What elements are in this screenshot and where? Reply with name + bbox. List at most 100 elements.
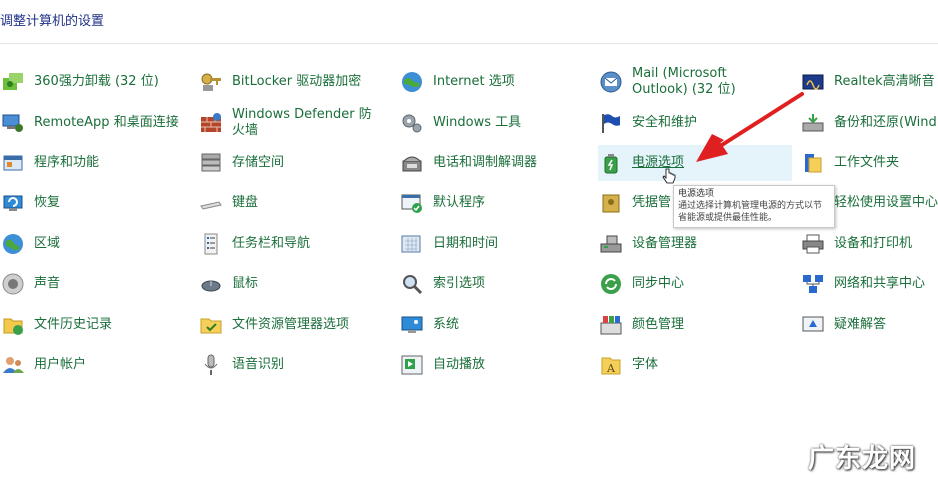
power-options-icon [598,150,624,176]
item-keyboard[interactable]: 键盘 [198,185,398,221]
index-magnifier-icon [399,271,425,297]
item-label: 字体 [632,357,659,372]
item-label: Windows 工具 [433,115,522,130]
bitlocker-key-icon [198,69,224,95]
item-label: 存储空间 [232,155,285,170]
item-default-programs[interactable]: 默认程序 [399,185,599,221]
color-management-icon [598,312,624,338]
troubleshoot-icon [800,312,826,338]
item-sync-center[interactable]: 同步中心 [598,266,798,302]
item-region[interactable]: 区域 [0,226,200,262]
hand-cursor-icon [662,168,676,184]
item-label: 网络和共享中心 [834,276,926,291]
item-label: 恢复 [34,195,61,210]
item-speech-recognition[interactable]: 语音识别 [198,347,398,383]
item-user-accounts[interactable]: 用户帐户 [0,347,200,383]
item-label: Realtek高清晰音 [834,74,935,89]
autoplay-icon [399,352,425,378]
item-label: 设备和打印机 [834,236,913,251]
item-label: 文件资源管理器选项 [232,317,350,332]
speaker-icon [0,271,26,297]
item-device-manager[interactable]: 设备管理器 [598,226,798,262]
default-programs-icon [399,190,425,216]
calendar-clock-icon [399,231,425,257]
taskbar-icon [198,231,224,257]
column-5: Realtek高清晰音 备份和还原(Wind 工作文件夹 轻松使用设置中心 设备… [800,62,938,402]
internet-globe-icon [399,69,425,95]
item-360-uninstall[interactable]: 360强力卸载 (32 位) [0,64,200,100]
region-globe-icon [0,231,26,257]
item-phone-modem[interactable]: 电话和调制解调器 [399,145,599,181]
remote-desktop-icon [0,110,26,136]
item-color-management[interactable]: 颜色管理 [598,307,798,343]
item-storage-spaces[interactable]: 存储空间 [198,145,398,181]
item-work-folders[interactable]: 工作文件夹 [800,145,938,181]
item-label: 电话和调制解调器 [433,155,538,170]
uninstall-icon [0,69,26,95]
recovery-icon [0,190,26,216]
item-programs-features[interactable]: 程序和功能 [0,145,200,181]
item-fonts[interactable]: A 字体 [598,347,798,383]
item-file-history[interactable]: 文件历史记录 [0,307,200,343]
storage-spaces-icon [198,150,224,176]
item-label: 同步中心 [632,276,685,291]
file-history-icon [0,312,26,338]
security-flag-icon [598,110,624,136]
item-backup-restore[interactable]: 备份和还原(Wind [800,105,938,141]
keyboard-icon [198,190,224,216]
item-label: 用户帐户 [34,357,87,372]
device-manager-icon [598,231,624,257]
item-folder-options[interactable]: 文件资源管理器选项 [198,307,398,343]
item-label: 语音识别 [232,357,285,372]
item-label: 疑难解答 [834,317,887,332]
item-sound[interactable]: 声音 [0,266,200,302]
column-2: BitLocker 驱动器加密 Windows Defender 防火墙 存储空… [198,62,398,402]
svg-text:A: A [606,362,616,375]
item-label: 轻松使用设置中心 [834,195,938,210]
item-label: 任务栏和导航 [232,236,311,251]
item-network-sharing[interactable]: 网络和共享中心 [800,266,938,302]
item-devices-printers[interactable]: 设备和打印机 [800,226,938,262]
item-windows-tools[interactable]: Windows 工具 [399,105,599,141]
item-remoteapp[interactable]: RemoteApp 和桌面连接 [0,105,200,141]
column-1: 360强力卸载 (32 位) RemoteApp 和桌面连接 程序和功能 恢复 … [0,62,200,402]
credential-vault-icon [598,190,624,216]
user-accounts-icon [0,352,26,378]
programs-icon [0,150,26,176]
item-recovery[interactable]: 恢复 [0,185,200,221]
item-internet-options[interactable]: Internet 选项 [399,64,599,100]
item-indexing-options[interactable]: 索引选项 [399,266,599,302]
item-label: 电源选项 [632,155,685,170]
item-bitlocker[interactable]: BitLocker 驱动器加密 [198,64,398,100]
item-label: 备份和还原(Wind [834,115,937,130]
printer-icon [800,231,826,257]
item-firewall[interactable]: Windows Defender 防火墙 [198,105,398,141]
item-label: 工作文件夹 [834,155,900,170]
mouse-icon [198,271,224,297]
item-label: 颜色管理 [632,317,685,332]
item-autoplay[interactable]: 自动播放 [399,347,599,383]
mail-icon [598,69,624,95]
tooltip: 电源选项 通过选择计算机管理电源的方式以节省能源或提供最佳性能。 [673,185,835,228]
item-label: 默认程序 [433,195,486,210]
item-label: 声音 [34,276,61,291]
item-date-time[interactable]: 日期和时间 [399,226,599,262]
item-label: 自动播放 [433,357,486,372]
item-label: 鼠标 [232,276,259,291]
annotation-arrow [696,92,804,162]
item-taskbar[interactable]: 任务栏和导航 [198,226,398,262]
item-label: 360强力卸载 (32 位) [34,74,159,89]
item-troubleshooting[interactable]: 疑难解答 [800,307,938,343]
tooltip-title: 电源选项 [678,189,715,199]
item-label: 日期和时间 [433,236,499,251]
item-label: 索引选项 [433,276,486,291]
phone-modem-icon [399,150,425,176]
column-3: Internet 选项 Windows 工具 电话和调制解调器 默认程序 日期和… [399,62,599,402]
item-label: 文件历史记录 [34,317,113,332]
item-mouse[interactable]: 鼠标 [198,266,398,302]
gear-tools-icon [399,110,425,136]
sync-icon [598,271,624,297]
item-realtek-audio[interactable]: Realtek高清晰音 [800,64,938,100]
item-label: Windows Defender 防火墙 [232,107,372,138]
item-system[interactable]: 系统 [399,307,599,343]
